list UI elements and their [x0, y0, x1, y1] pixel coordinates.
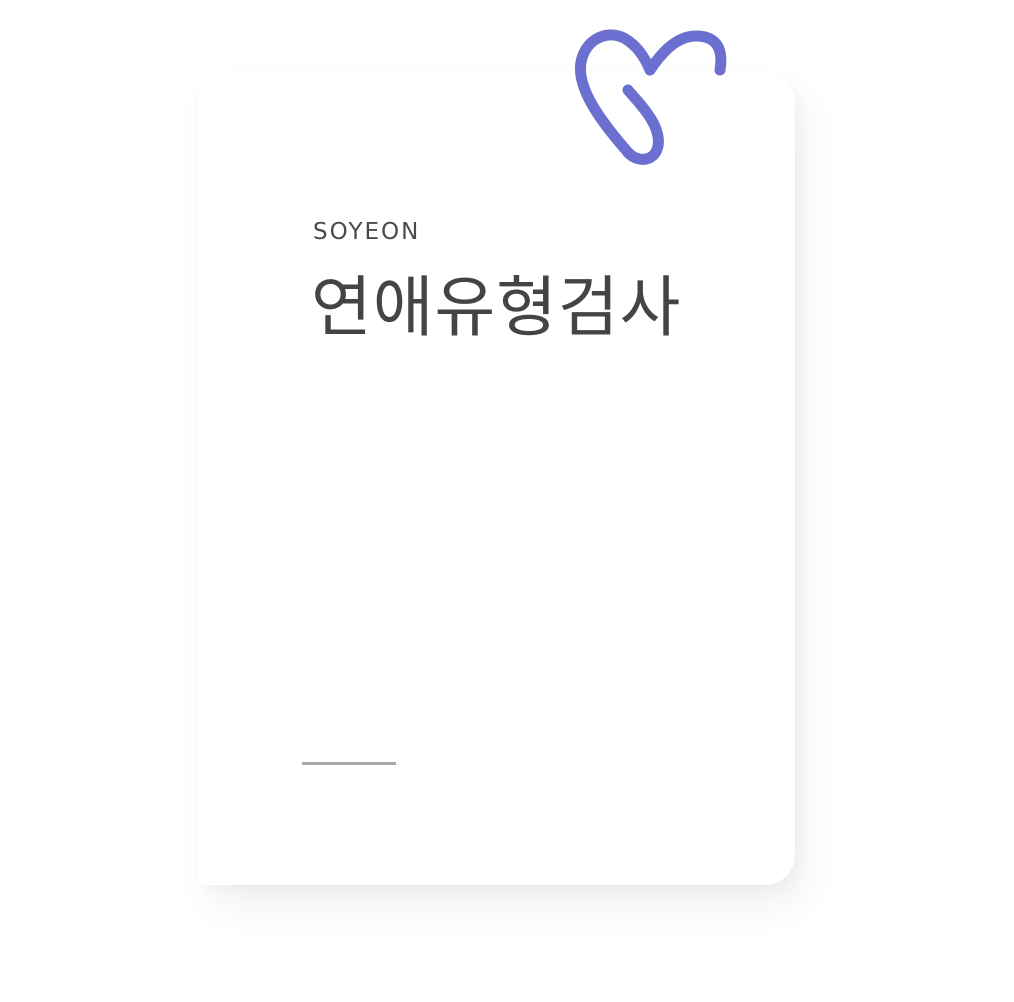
divider	[302, 762, 396, 765]
page: SOYEON 연애유형검사	[0, 0, 1014, 1002]
brand-label: SOYEON	[313, 219, 421, 245]
cover-card	[198, 72, 795, 885]
page-title: 연애유형검사	[311, 269, 682, 346]
heart-paperclip-icon	[575, 29, 727, 165]
